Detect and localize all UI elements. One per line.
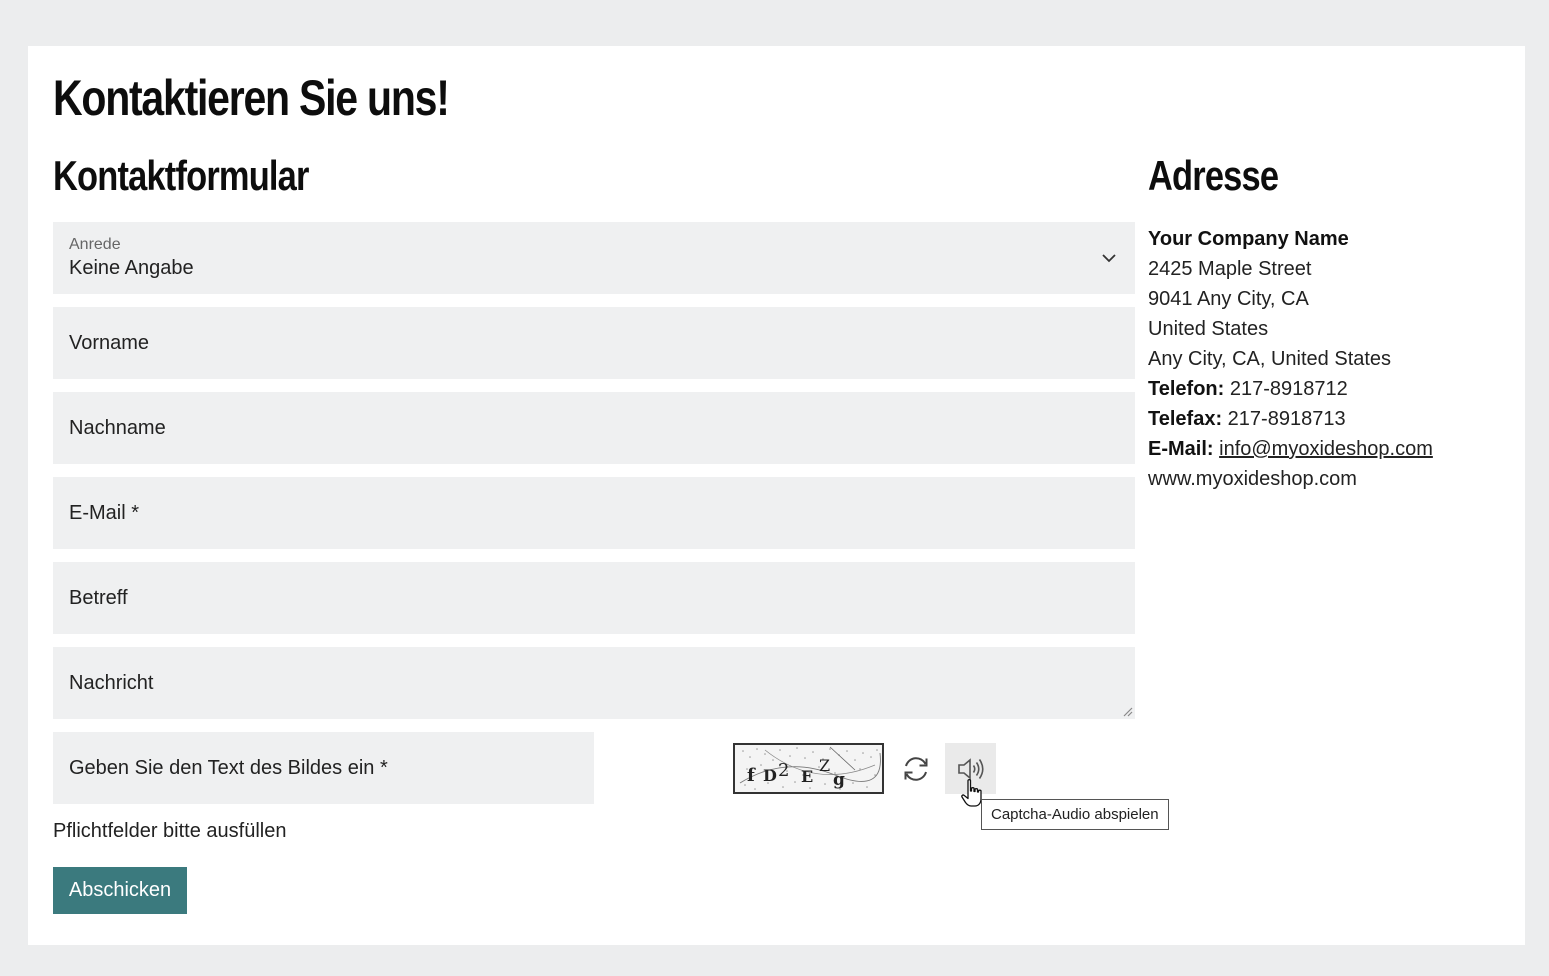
resize-handle-icon[interactable] [1121, 705, 1133, 717]
phone-line: Telefon: 217-8918712 [1148, 374, 1433, 404]
captcha-image: f D 2 E Z g [733, 743, 884, 794]
svg-text:Z: Z [819, 756, 830, 775]
phone-value: 217-8918712 [1229, 378, 1348, 400]
region-line: Any City, CA, United States [1148, 348, 1392, 370]
captcha-input[interactable]: Geben Sie den Text des Bildes ein * [53, 732, 594, 804]
street: 2425 Maple Street [1148, 258, 1312, 280]
required-fields-note: Pflichtfelder bitte ausfüllen [53, 820, 287, 842]
submit-button[interactable]: Abschicken [53, 867, 187, 914]
page-title: Kontaktieren Sie uns! [53, 70, 450, 126]
svg-text:E: E [801, 767, 813, 786]
country: United States [1148, 318, 1269, 340]
email-placeholder: E-Mail * [69, 501, 140, 524]
fax-line: Telefax: 217-8918713 [1148, 404, 1433, 434]
message-textarea[interactable]: Nachricht [53, 647, 1135, 719]
captcha-placeholder: Geben Sie den Text des Bildes ein * [69, 756, 388, 779]
email-input[interactable]: E-Mail * [53, 477, 1135, 549]
chevron-down-icon [1102, 254, 1116, 263]
fax-label: Telefax: [1148, 408, 1223, 430]
first-name-input[interactable]: Vorname [53, 307, 1135, 379]
city-line: 9041 Any City, CA [1148, 288, 1309, 310]
subject-input[interactable]: Betreff [53, 562, 1135, 634]
salutation-select[interactable]: Anrede Keine Angabe [53, 222, 1135, 294]
subject-placeholder: Betreff [69, 586, 128, 609]
last-name-input[interactable]: Nachname [53, 392, 1135, 464]
salutation-label: Anrede [69, 236, 121, 253]
svg-text:2: 2 [778, 760, 789, 781]
svg-text:D: D [763, 766, 777, 785]
website: www.myoxideshop.com [1148, 468, 1357, 490]
email-link[interactable]: info@myoxideshop.com [1219, 438, 1433, 460]
svg-text:f: f [747, 765, 756, 786]
fax-value: 217-8918713 [1227, 408, 1346, 430]
email-line: E-Mail: info@myoxideshop.com [1148, 434, 1433, 464]
form-heading: Kontaktformular [53, 152, 309, 199]
audio-tooltip: Captcha-Audio abspielen [981, 799, 1169, 830]
refresh-icon [904, 757, 928, 781]
captcha-refresh-button[interactable] [897, 750, 935, 788]
company-name: Your Company Name [1148, 228, 1349, 250]
message-placeholder: Nachricht [69, 671, 154, 694]
phone-label: Telefon: [1148, 378, 1225, 400]
salutation-value: Keine Angabe [69, 257, 194, 279]
svg-text:g: g [833, 770, 845, 790]
first-name-placeholder: Vorname [69, 331, 150, 354]
last-name-placeholder: Nachname [69, 416, 166, 439]
email-label: E-Mail: [1148, 438, 1214, 460]
address-block: Your Company Name 2425 Maple Street 9041… [1148, 224, 1433, 494]
address-heading: Adresse [1148, 152, 1279, 199]
